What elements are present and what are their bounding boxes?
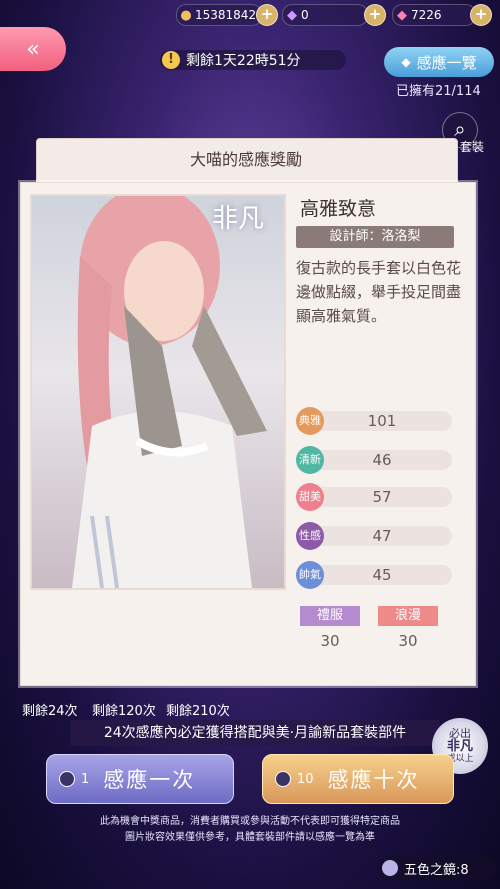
draw-ten-cost: 10 xyxy=(275,771,314,787)
back-button[interactable]: « xyxy=(0,27,66,71)
draw-once-cost-value: 1 xyxy=(81,771,90,787)
gem-icon xyxy=(275,771,291,787)
stat-row-elegant: 典雅 101 xyxy=(296,407,456,435)
character-illustration xyxy=(72,196,267,588)
item-description: 復古款的長手套以白色花邊做點綴，舉手投足間盡顯高雅氣質。 xyxy=(296,259,462,325)
seal-line-1: 必出 xyxy=(449,726,471,740)
diamond-icon: ◆ xyxy=(287,7,297,23)
event-timer: ! 剩餘1天22時51分 xyxy=(160,50,346,70)
back-arrow-icon: « xyxy=(26,36,40,62)
stat-value: 57 xyxy=(372,488,392,506)
pink-diamond-counter: ◆ 7226 xyxy=(392,4,476,26)
stat-badge: 清新 xyxy=(296,446,324,474)
overview-button[interactable]: ◆ 感應一覽 xyxy=(384,47,494,77)
disclaimer: 此為機會中獎商品，消費者購買或參與活動不代表即可獲得特定商品 圖片妝容效果僅供參… xyxy=(40,814,460,846)
pink-diamond-value: 7226 xyxy=(411,8,442,22)
tag-romantic-value: 30 xyxy=(398,632,418,650)
draw-ten-label: 感應十次 xyxy=(327,768,420,792)
add-pink-diamond-button[interactable]: + xyxy=(470,4,492,26)
draw-once-cost: 1 xyxy=(59,771,89,787)
coin-counter: ● 15381842 xyxy=(176,4,262,26)
stat-badge: 性感 xyxy=(296,522,324,550)
tag-romantic: 浪漫 xyxy=(378,606,438,626)
stat-badge: 帥氣 xyxy=(296,561,324,589)
coin-value: 15381842 xyxy=(195,8,257,22)
pink-diamond-icon: ◆ xyxy=(397,7,407,23)
draw-once-button[interactable]: 1 感應一次 xyxy=(46,754,234,804)
stat-row-fresh: 清新 46 xyxy=(296,446,456,474)
mirror-icon xyxy=(382,860,398,876)
disclaimer-line-2: 圖片妝容效果僅供參考，具體套裝部件請以感應一覽為準 xyxy=(125,832,375,843)
diamond-value: 0 xyxy=(301,8,309,22)
stat-badge: 甜美 xyxy=(296,483,324,511)
stat-row-sexy: 性感 47 xyxy=(296,522,456,550)
owned-count: 已擁有21/114 xyxy=(396,84,481,99)
modal-title: 大喵的感應獎勵 xyxy=(189,150,302,169)
item-name: 高雅致意 xyxy=(300,198,377,220)
draw-ten-button[interactable]: 10 感應十次 xyxy=(262,754,454,804)
stat-row-cool: 帥氣 45 xyxy=(296,561,456,589)
draw-once-label: 感應一次 xyxy=(103,768,196,792)
draw-ten-cost-value: 10 xyxy=(297,771,314,787)
stat-row-sweet: 甜美 57 xyxy=(296,483,456,511)
remaining-count-3: 剩餘210次 xyxy=(166,704,230,719)
add-coin-button[interactable]: + xyxy=(256,4,278,26)
diamond-small-icon: ◆ xyxy=(401,55,411,69)
timer-text: 剩餘1天22時51分 xyxy=(186,53,301,69)
item-photo xyxy=(30,194,286,590)
tag-gown-value: 30 xyxy=(320,632,340,650)
seal-line-2: 非凡 xyxy=(446,738,473,754)
tag-gown: 禮服 xyxy=(300,606,360,626)
stat-value: 46 xyxy=(372,451,392,469)
guarantee-banner: 24次感應內必定獲得搭配與美·月諭新品套裝部件 xyxy=(70,720,440,746)
cat-coin-icon: ● xyxy=(180,7,192,23)
add-diamond-button[interactable]: + xyxy=(364,4,386,26)
remaining-count-2: 剩餘120次 xyxy=(92,704,156,719)
five-color-mirror[interactable]: 五色之鏡:8 xyxy=(378,856,496,880)
diamond-counter: ◆ 0 xyxy=(282,4,368,26)
disclaimer-line-1: 此為機會中獎商品，消費者購買或參與活動不代表即可獲得特定商品 xyxy=(100,816,400,827)
stat-badge: 典雅 xyxy=(296,407,324,435)
warning-icon: ! xyxy=(162,51,180,69)
stat-value: 47 xyxy=(372,527,392,545)
stat-value: 101 xyxy=(367,412,397,430)
stat-value: 45 xyxy=(372,566,392,584)
designer-label: 設計師：洛洛梨 xyxy=(296,226,454,248)
remaining-count-1: 剩餘24次 xyxy=(22,704,78,719)
rarity-label: 非凡 xyxy=(212,204,265,234)
mirror-text: 五色之鏡:8 xyxy=(404,862,469,878)
side-tab-suit[interactable]: 套裝 xyxy=(460,138,484,155)
overview-label: 感應一覽 xyxy=(416,53,477,72)
gem-icon xyxy=(59,771,75,787)
